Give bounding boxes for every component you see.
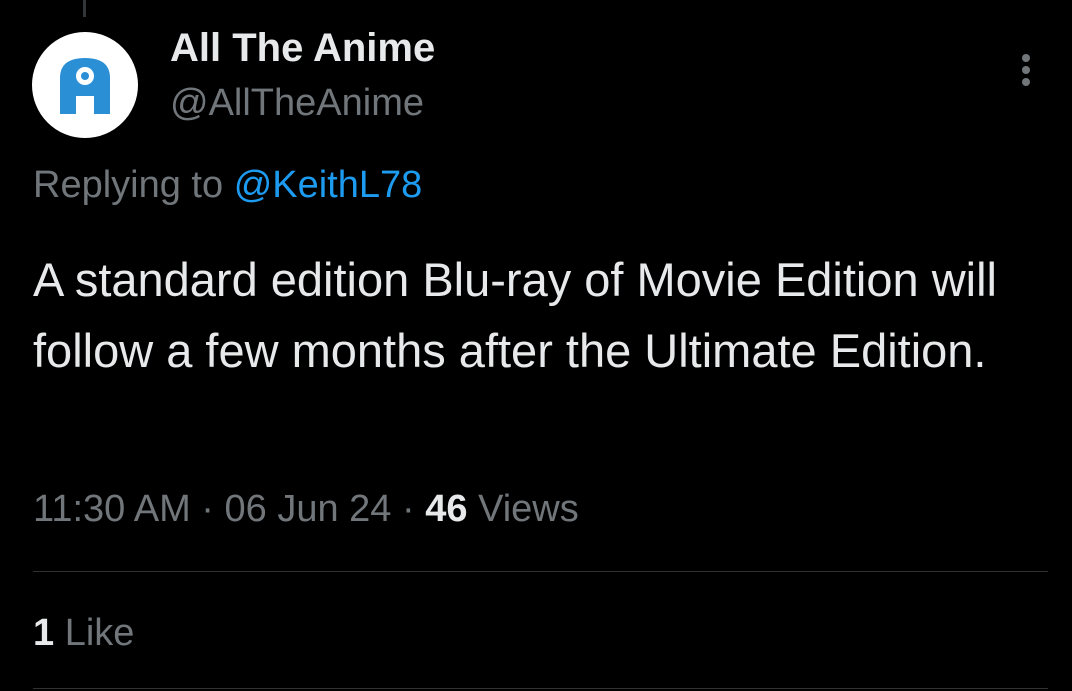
tweet-detail: All The Anime @AllTheAnime Replying to @… (0, 0, 1072, 691)
more-vertical-icon-dot (1022, 78, 1030, 86)
divider (33, 571, 1048, 572)
more-vertical-icon-dot (1022, 66, 1030, 74)
avatar[interactable] (32, 32, 138, 138)
likes-link[interactable]: 1 Like (33, 612, 134, 655)
likes-count: 1 (33, 612, 55, 654)
meta-separator: · (402, 488, 415, 530)
replying-to-label: Replying to (33, 164, 224, 206)
tweet-time[interactable]: 11:30 AM (33, 488, 191, 530)
likes-label: Like (64, 612, 135, 654)
tweet-date[interactable]: 06 Jun 24 (225, 488, 392, 530)
thread-connector-line (83, 0, 86, 17)
tweet-meta: 11:30 AM · 06 Jun 24 · 46 Views (33, 488, 579, 531)
author-display-name[interactable]: All The Anime (170, 26, 435, 71)
divider (33, 688, 1048, 689)
tweet-text: A standard edition Blu-ray of Movie Edit… (33, 253, 997, 377)
views-label: Views (478, 488, 579, 530)
reply-mention-link[interactable]: @KeithL78 (234, 164, 423, 206)
meta-separator: · (201, 488, 214, 530)
more-options-button[interactable] (1006, 48, 1046, 92)
all-the-anime-logo-icon (60, 58, 110, 114)
more-vertical-icon (1022, 54, 1030, 62)
author-handle[interactable]: @AllTheAnime (170, 82, 424, 125)
replying-to-line: Replying to @KeithL78 (33, 164, 422, 207)
views-count: 46 (425, 488, 468, 530)
